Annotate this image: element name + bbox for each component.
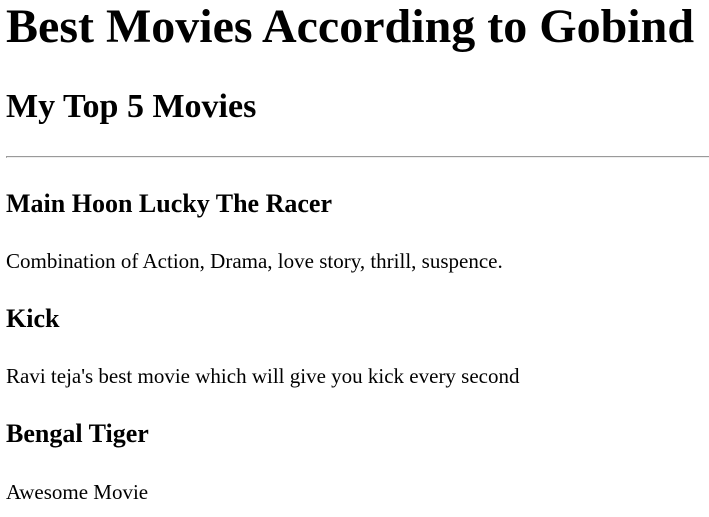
movie-title: Bengal Tiger bbox=[6, 419, 149, 448]
page-title: Best Movies According to Gobind bbox=[6, 0, 695, 53]
movie-description: Awesome Movie bbox=[6, 480, 149, 504]
divider bbox=[6, 156, 709, 158]
movie-title: Main Hoon Lucky The Racer bbox=[6, 189, 332, 218]
page-subtitle: My Top 5 Movies bbox=[6, 88, 257, 125]
movie-description: Combination of Action, Drama, love story… bbox=[6, 249, 503, 273]
movie-title: Kick bbox=[6, 304, 60, 333]
movie-description: Ravi teja's best movie which will give y… bbox=[6, 364, 520, 388]
